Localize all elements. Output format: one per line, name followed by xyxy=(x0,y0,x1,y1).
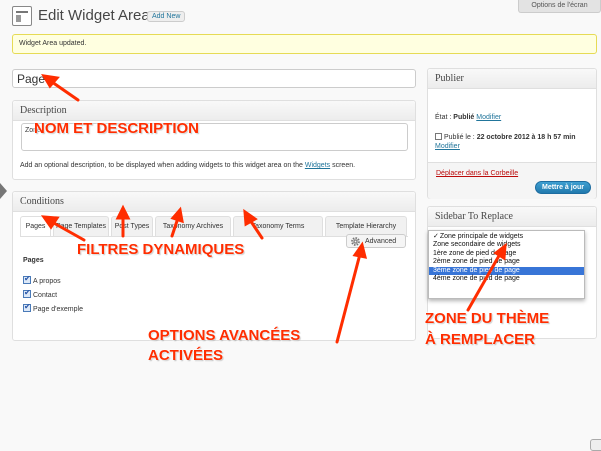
calendar-icon xyxy=(435,133,442,140)
page-checkbox-row[interactable]: A propos xyxy=(23,274,61,285)
page-title: Edit Widget Area xyxy=(38,7,150,24)
checkbox[interactable] xyxy=(23,274,31,284)
updated-notice: Widget Area updated. xyxy=(12,34,597,54)
status-value: Publié xyxy=(453,114,475,121)
page-checkbox-row[interactable]: Page d'exemple xyxy=(23,302,83,313)
publish-status: État : Publié Modifier xyxy=(435,114,501,121)
publish-date: Publié le : 22 octobre 2012 à 18 h 57 mi… xyxy=(435,133,576,141)
modify-date-link[interactable]: Modifier xyxy=(435,143,460,150)
checkbox[interactable] xyxy=(23,288,31,298)
trash-link[interactable]: Déplacer dans la Corbeille xyxy=(436,170,518,177)
description-heading[interactable]: Description xyxy=(13,101,415,121)
dropdown-option[interactable]: 1ère zone de pied de page xyxy=(429,250,584,258)
annotation-options: OPTIONS AVANCÉES xyxy=(148,327,301,344)
modify-status-link[interactable]: Modifier xyxy=(476,114,501,121)
page-checkbox-row[interactable]: Contact xyxy=(23,288,58,299)
screen-options-button[interactable]: Options de l'écran xyxy=(518,0,601,13)
publish-box: Publier État : Publié Modifier Publié le… xyxy=(427,68,597,199)
update-button[interactable]: Mettre à jour xyxy=(535,181,591,194)
page-label: Contact xyxy=(33,292,58,299)
publish-heading[interactable]: Publier xyxy=(428,69,596,89)
page-label: Page d'exemple xyxy=(33,306,83,313)
dropdown-option[interactable]: 4ème zone de pied de page xyxy=(429,275,584,283)
description-help: Add an optional description, to be displ… xyxy=(20,162,355,169)
tab-page-templates[interactable]: Page Templates xyxy=(53,216,109,236)
annotation-options-line2: ACTIVÉES xyxy=(148,347,224,364)
annotation-zone-line2: À REMPLACER xyxy=(425,331,536,348)
description-help-suffix: screen. xyxy=(330,162,356,169)
tab-post-types[interactable]: Post Types xyxy=(111,216,153,236)
sidebar-select-arrows[interactable] xyxy=(590,439,601,451)
widgets-link[interactable]: Widgets xyxy=(305,162,330,169)
gear-icon xyxy=(351,237,360,246)
tab-taxonomy-archives[interactable]: Taxonomy Archives xyxy=(155,216,231,236)
collapse-arrow-icon xyxy=(0,183,7,199)
dropdown-option[interactable]: Zone principale de widgets xyxy=(429,233,584,241)
status-label: État : xyxy=(435,114,454,121)
annotation-zone: ZONE DU THÈME xyxy=(425,310,550,327)
dropdown-option[interactable]: 2ème zone de pied de page xyxy=(429,258,584,266)
sidebar-replace-heading[interactable]: Sidebar To Replace xyxy=(428,207,596,227)
widget-area-icon xyxy=(12,6,32,26)
publish-actions: Déplacer dans la Corbeille Mettre à jour xyxy=(428,162,596,199)
date-value: 22 octobre 2012 à 18 h 57 min xyxy=(476,134,576,141)
annotation-nom: NOM ET DESCRIPTION xyxy=(34,120,200,137)
conditions-heading[interactable]: Conditions xyxy=(13,192,415,212)
dropdown-option[interactable]: Zone secondaire de widgets xyxy=(429,241,584,249)
tab-pages[interactable]: Pages xyxy=(20,216,51,236)
description-box: Description Zone Add an optional descrip… xyxy=(12,100,416,180)
sidebar-dropdown[interactable]: Zone principale de widgets Zone secondai… xyxy=(428,230,585,299)
conditions-box: Conditions Pages Page Templates Post Typ… xyxy=(12,191,416,341)
tab-taxonomy-terms[interactable]: Taxonomy Terms xyxy=(233,216,323,236)
page-label: A propos xyxy=(33,278,61,285)
pages-heading: Pages xyxy=(23,257,44,264)
annotation-filtres: FILTRES DYNAMIQUES xyxy=(77,241,245,258)
description-help-text: Add an optional description, to be displ… xyxy=(20,162,305,169)
checkbox[interactable] xyxy=(23,302,31,312)
title-input[interactable] xyxy=(12,69,416,88)
tab-template-hierarchy[interactable]: Template Hierarchy xyxy=(325,216,407,236)
advanced-label: Advanced xyxy=(365,238,397,245)
advanced-button[interactable]: Advanced xyxy=(346,234,406,248)
dropdown-option-highlighted[interactable]: 3ème zone de pied de page xyxy=(429,266,584,275)
add-new-button[interactable]: Add New xyxy=(147,11,186,22)
date-label: Publié le : xyxy=(444,134,477,141)
